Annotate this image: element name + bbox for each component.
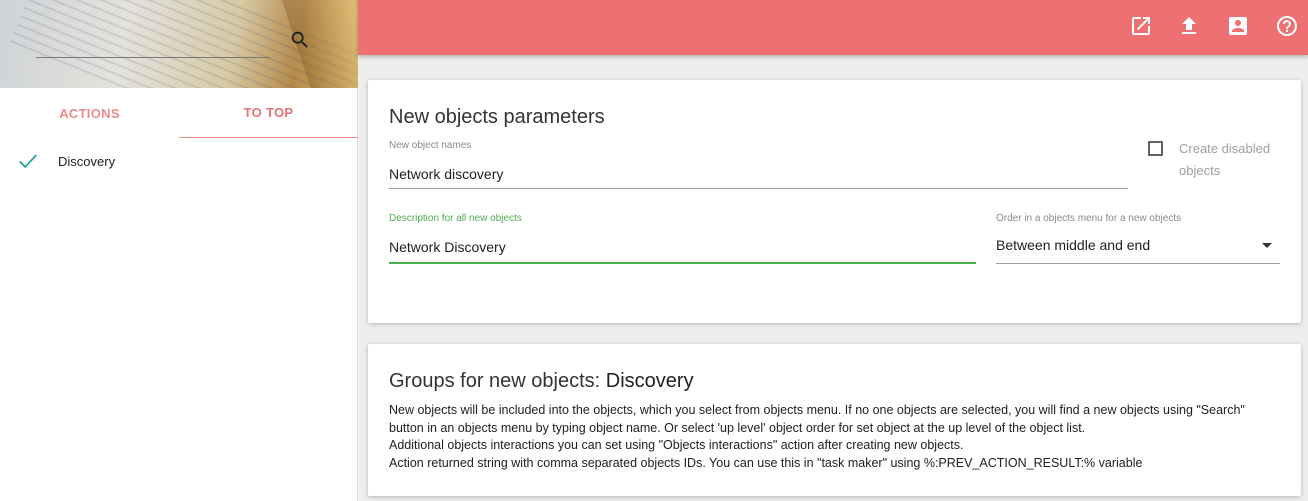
groups-title-prefix: Groups for new objects: xyxy=(389,370,606,392)
sidebar: ACTIONS TO TOP Discovery xyxy=(0,0,358,501)
object-names-label: New object names xyxy=(389,140,472,151)
description-label: Description for all new objects xyxy=(389,213,522,224)
groups-title: Groups for new objects: Discovery xyxy=(389,370,694,393)
account-box-icon[interactable] xyxy=(1226,14,1250,38)
card-title: New objects parameters xyxy=(389,106,605,128)
create-disabled-checkbox[interactable] xyxy=(1148,141,1163,156)
description-line: Additional objects interactions you can … xyxy=(389,438,964,452)
upload-icon[interactable] xyxy=(1177,14,1201,38)
top-app-bar xyxy=(358,0,1308,55)
new-objects-parameters-card: New objects parameters New object names … xyxy=(368,80,1301,323)
object-names-input[interactable] xyxy=(389,160,1128,189)
groups-card: Groups for new objects: Discovery New ob… xyxy=(368,344,1301,496)
check-icon xyxy=(19,154,37,169)
sidebar-header-image xyxy=(0,0,358,88)
tab-to-top[interactable]: TO TOP xyxy=(179,88,358,138)
groups-description: New objects will be included into the ob… xyxy=(389,402,1269,472)
description-line: Action returned string with comma separa… xyxy=(389,455,1143,470)
groups-title-object: Discovery xyxy=(605,370,694,392)
sidebar-tabs: ACTIONS TO TOP xyxy=(0,88,358,138)
order-select-value: Between middle and end xyxy=(996,237,1151,253)
description-input[interactable] xyxy=(389,232,976,264)
create-disabled-label: Create disabled objects xyxy=(1179,141,1271,178)
sidebar-item-discovery[interactable]: Discovery xyxy=(0,140,358,184)
order-label: Order in a objects menu for a new object… xyxy=(996,213,1182,224)
tab-actions[interactable]: ACTIONS xyxy=(0,88,179,138)
search-icon[interactable] xyxy=(289,29,311,51)
help-icon[interactable] xyxy=(1275,14,1299,38)
open-in-new-icon[interactable] xyxy=(1129,14,1153,38)
search-input[interactable] xyxy=(36,28,270,58)
order-select[interactable]: Between middle and end xyxy=(996,232,1280,264)
sidebar-item-label: Discovery xyxy=(58,154,116,169)
sidebar-action-list: Discovery xyxy=(0,140,358,184)
description-line: New objects will be included into the ob… xyxy=(389,403,1245,435)
dropdown-arrow-icon xyxy=(1262,243,1272,248)
